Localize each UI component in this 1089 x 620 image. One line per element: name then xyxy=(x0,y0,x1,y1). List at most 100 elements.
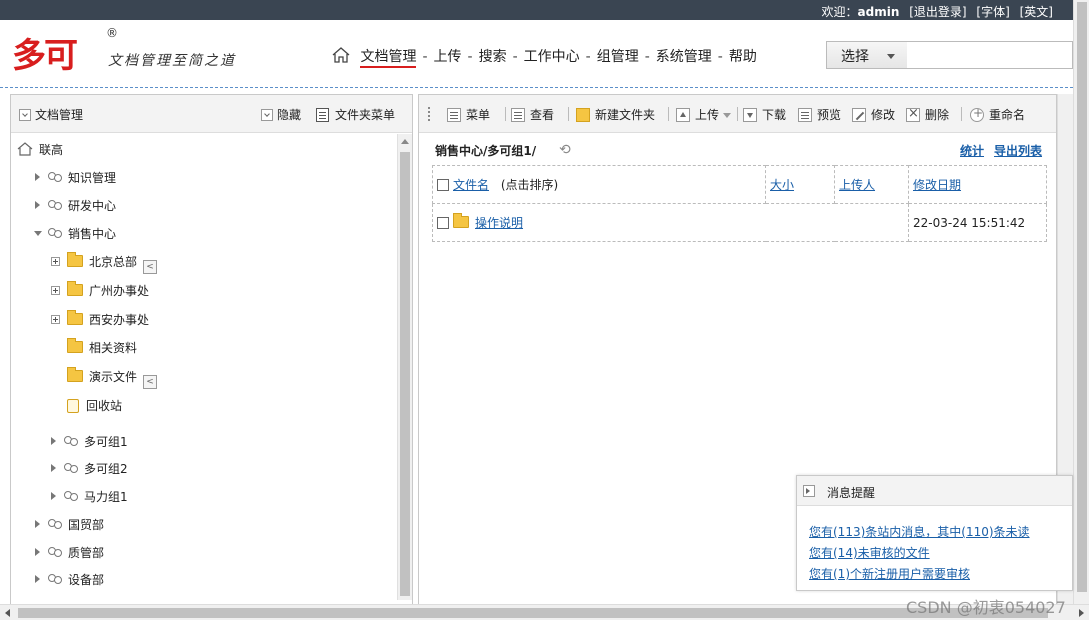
panel-title: 文档管理 xyxy=(19,106,83,123)
nav-system-admin[interactable]: 系统管理 xyxy=(656,49,712,65)
rename-button[interactable]: 重命名 xyxy=(970,106,1025,123)
scrollbar-thumb[interactable] xyxy=(400,152,410,596)
sort-by-size-link[interactable]: 大小 xyxy=(770,178,794,192)
font-link[interactable]: [字体] xyxy=(976,5,1009,19)
upload-button[interactable]: 上传 xyxy=(676,106,732,123)
sort-by-uploader-link[interactable]: 上传人 xyxy=(839,178,875,192)
logout-link[interactable]: [退出登录] xyxy=(909,5,966,19)
tree-item-recycle[interactable]: 回收站 xyxy=(67,398,122,414)
row-checkbox[interactable] xyxy=(437,217,449,229)
scrollbar-thumb[interactable] xyxy=(18,608,1048,618)
scroll-right-icon[interactable] xyxy=(1079,609,1084,617)
expand-arrow-icon[interactable] xyxy=(35,520,40,528)
message-list: 您有(113)条站内消息，其中(110)条未读 您有(14)未审核的文件 您有(… xyxy=(809,522,1030,585)
menu-icon xyxy=(447,108,461,122)
nav-upload[interactable]: 上传 xyxy=(434,49,462,65)
message-popup-header: 消息提醒 xyxy=(797,476,1072,506)
hide-button[interactable]: 隐藏 xyxy=(261,106,301,123)
export-list-link[interactable]: 导出列表 xyxy=(994,142,1042,159)
tree-item-group1[interactable]: 多可组1 xyxy=(51,434,128,450)
view-icon xyxy=(511,108,525,122)
tree-item-group3[interactable]: 马力组1 xyxy=(51,489,128,505)
search-input[interactable] xyxy=(907,41,1073,69)
expand-arrow-icon[interactable] xyxy=(51,464,56,472)
main-nav: 文档管理 - 上传 - 搜索 - 工作中心 - 组管理 - 系统管理 - 帮助 xyxy=(332,46,757,68)
home-icon[interactable] xyxy=(332,47,350,63)
sort-by-date-link[interactable]: 修改日期 xyxy=(913,178,961,192)
edit-button[interactable]: 修改 xyxy=(852,106,895,123)
tree-item-trade[interactable]: 国贸部 xyxy=(35,517,104,533)
nav-work-center[interactable]: 工作中心 xyxy=(524,49,580,65)
preview-icon xyxy=(798,108,812,122)
scrollbar-thumb[interactable] xyxy=(1077,2,1087,592)
expand-plus-icon[interactable] xyxy=(51,257,60,266)
table-header-row: 文件名 (点击排序) 大小 上传人 修改日期 xyxy=(432,165,1047,204)
window-vertical-scrollbar[interactable] xyxy=(1073,0,1089,604)
logo: 多可 xyxy=(12,36,78,76)
tree-item-rnd[interactable]: 研发中心 xyxy=(35,198,116,214)
expand-arrow-icon[interactable] xyxy=(35,548,40,556)
nav-docs[interactable]: 文档管理 xyxy=(360,49,417,68)
expand-arrow-icon[interactable] xyxy=(51,437,56,445)
tree-item-equipment[interactable]: 设备部 xyxy=(35,572,104,588)
share-icon: < xyxy=(143,260,158,274)
column-modified-header: 修改日期 xyxy=(908,165,1047,204)
folder-menu-button[interactable]: 文件夹菜单 xyxy=(316,106,395,123)
tree-item-related[interactable]: 相关资料 xyxy=(67,338,137,356)
expand-icon[interactable] xyxy=(803,485,815,497)
tree-scrollbar[interactable] xyxy=(397,134,412,600)
search-scope-select[interactable]: 选择 xyxy=(826,41,908,69)
folder-tree: 联高 知识管理 研发中心 销售中心 北京总部 < 广州办事处 西安办事处 相关资料… xyxy=(11,134,397,600)
expand-plus-icon[interactable] xyxy=(51,315,60,324)
message-link-inbox[interactable]: 您有(113)条站内消息，其中(110)条未读 xyxy=(809,522,1030,543)
tree-item-sales[interactable]: 销售中心 xyxy=(34,226,116,242)
tree-item-beijing[interactable]: 北京总部 < xyxy=(51,252,158,274)
delete-icon xyxy=(906,106,920,122)
search-scope-label: 选择 xyxy=(841,49,869,65)
select-all-checkbox[interactable] xyxy=(437,179,449,191)
expand-arrow-icon[interactable] xyxy=(35,201,40,209)
group-icon xyxy=(48,171,66,183)
table-row[interactable]: 操作说明 22-03-24 15:51:42 xyxy=(432,203,1047,242)
sort-by-name-link[interactable]: 文件名 xyxy=(453,178,489,192)
scroll-left-icon[interactable] xyxy=(5,609,10,617)
tree-item-root[interactable]: 联高 xyxy=(17,142,63,158)
new-folder-button[interactable]: 新建文件夹 xyxy=(576,106,655,123)
group-icon xyxy=(48,227,66,239)
hide-icon xyxy=(261,109,273,121)
message-link-new-users[interactable]: 您有(1)个新注册用户需要审核 xyxy=(809,564,1030,585)
watermark: CSDN @初衷054027 xyxy=(906,598,1066,617)
nav-help[interactable]: 帮助 xyxy=(729,49,757,65)
download-button[interactable]: 下载 xyxy=(743,106,786,123)
collapse-icon[interactable] xyxy=(19,109,31,121)
upload-icon xyxy=(676,108,690,122)
sort-hint: (点击排序) xyxy=(500,178,559,192)
tree-item-demo[interactable]: 演示文件 < xyxy=(67,367,158,389)
expand-arrow-icon[interactable] xyxy=(51,492,56,500)
scroll-up-icon[interactable] xyxy=(401,139,409,144)
refresh-icon[interactable]: ⟲ xyxy=(559,143,575,157)
menu-button[interactable]: 菜单 xyxy=(447,106,490,123)
column-size-header: 大小 xyxy=(765,165,835,204)
expand-arrow-icon[interactable] xyxy=(35,173,40,181)
nav-group-admin[interactable]: 组管理 xyxy=(597,49,639,65)
welcome-label: 欢迎： xyxy=(821,5,858,19)
english-link[interactable]: [英文] xyxy=(1020,5,1053,19)
file-link[interactable]: 操作说明 xyxy=(475,216,523,230)
preview-button[interactable]: 预览 xyxy=(798,106,841,123)
expand-plus-icon[interactable] xyxy=(51,286,60,295)
collapse-arrow-icon[interactable] xyxy=(34,231,42,236)
expand-arrow-icon[interactable] xyxy=(35,575,40,583)
modified-date-cell: 22-03-24 15:51:42 xyxy=(908,203,1047,242)
view-button[interactable]: 查看 xyxy=(511,106,554,123)
tree-item-xian[interactable]: 西安办事处 xyxy=(51,310,149,328)
tree-item-knowledge[interactable]: 知识管理 xyxy=(35,170,116,186)
slogan: 文档管理至简之道 xyxy=(108,53,236,69)
delete-button[interactable]: 删除 xyxy=(906,106,949,123)
message-link-unreviewed-files[interactable]: 您有(14)未审核的文件 xyxy=(809,543,1030,564)
tree-item-guangzhou[interactable]: 广州办事处 xyxy=(51,281,149,299)
stats-link[interactable]: 统计 xyxy=(960,142,984,159)
tree-item-quality[interactable]: 质管部 xyxy=(35,545,104,561)
tree-item-group2[interactable]: 多可组2 xyxy=(51,461,128,477)
nav-search[interactable]: 搜索 xyxy=(479,49,507,65)
